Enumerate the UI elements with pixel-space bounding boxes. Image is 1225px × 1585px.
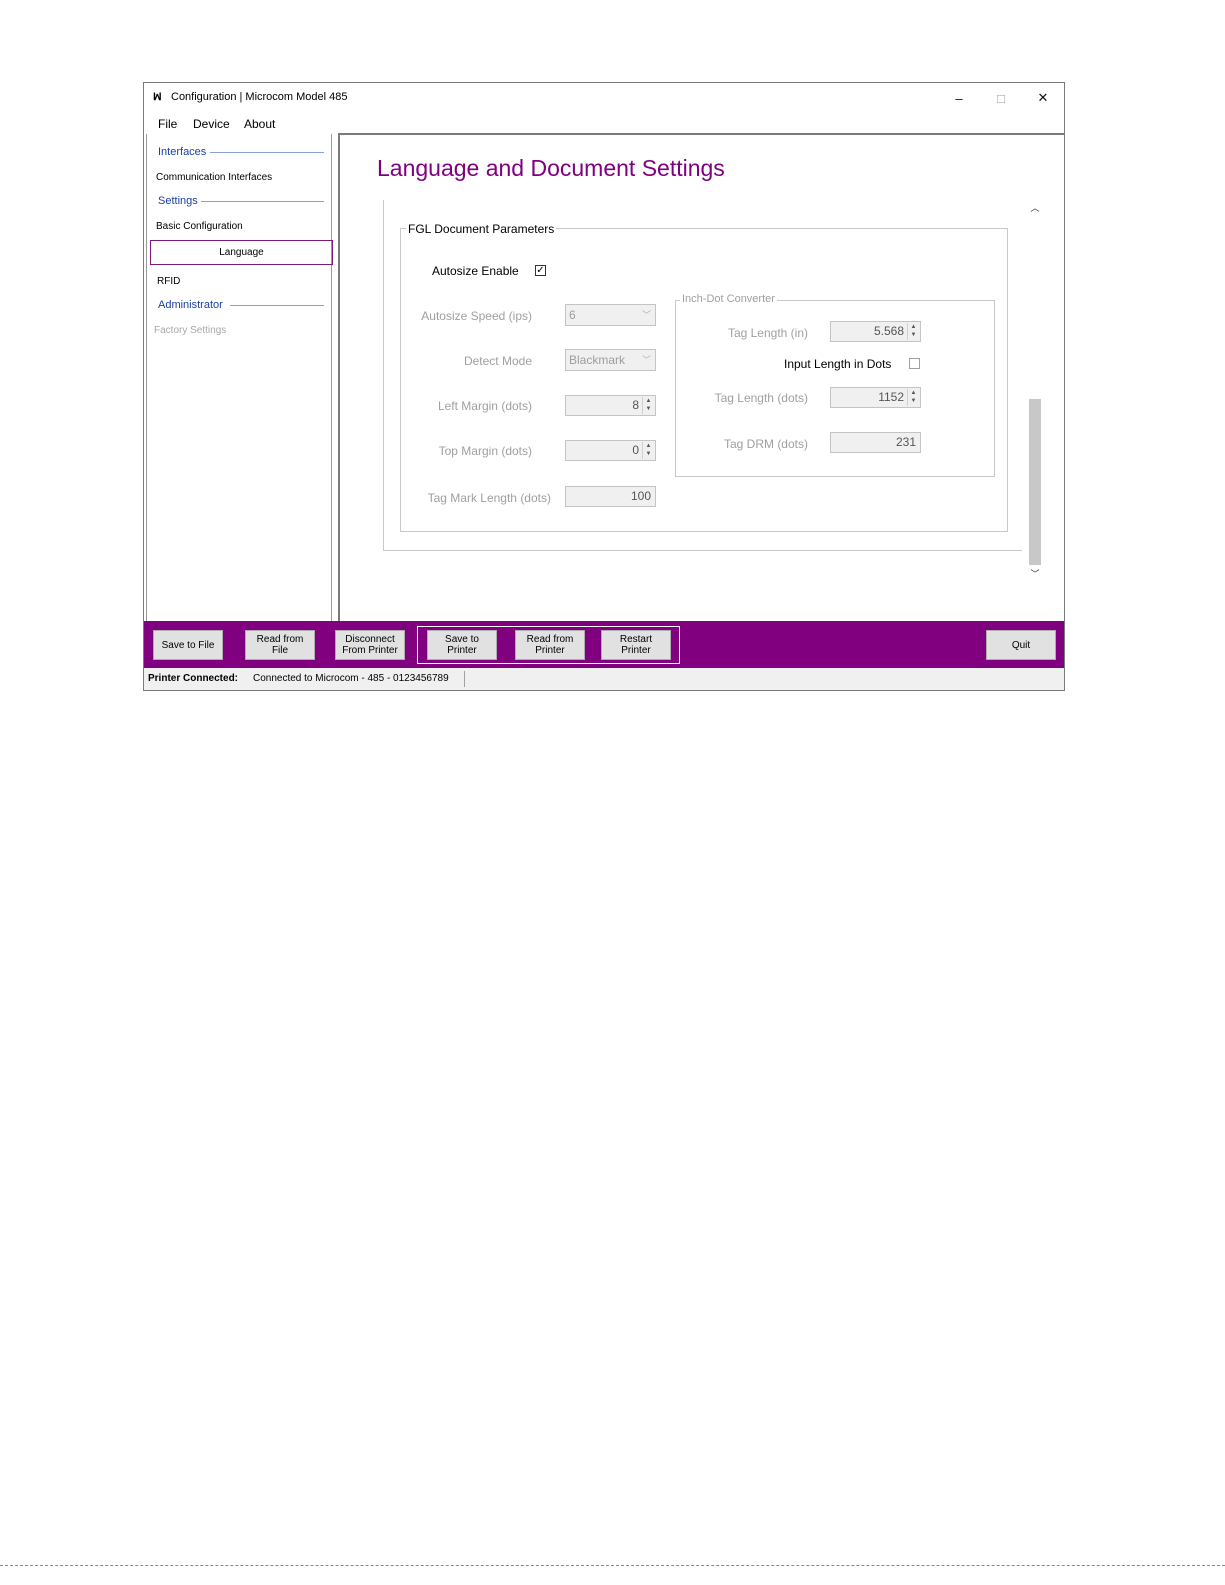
window-title: Configuration | Microcom Model 485 xyxy=(171,91,348,103)
divider xyxy=(230,305,324,306)
button-label: Printer xyxy=(447,645,477,656)
spinner-arrows-icon[interactable]: ▲ ▼ xyxy=(642,397,654,414)
inch-dot-converter-title: Inch-Dot Converter xyxy=(680,293,777,305)
input-length-in-dots-label: Input Length in Dots xyxy=(784,357,892,371)
button-label: Disconnect xyxy=(345,634,395,645)
menu-file[interactable]: File xyxy=(158,117,177,131)
left-margin-label: Left Margin (dots) xyxy=(437,399,532,413)
minimize-button[interactable]: – xyxy=(938,83,980,113)
status-label: Printer Connected: xyxy=(148,673,239,684)
spinner-arrows-icon[interactable]: ▲ ▼ xyxy=(907,389,919,406)
save-to-file-button[interactable]: Save to File xyxy=(153,630,223,660)
autosize-speed-value: 6 xyxy=(569,308,576,322)
tag-length-in-value: 5.568 xyxy=(873,324,904,338)
tag-drm-label: Tag DRM (dots) xyxy=(723,437,808,451)
status-bar: Printer Connected: Connected to Microcom… xyxy=(144,668,1064,690)
divider xyxy=(210,152,324,153)
chevron-down-icon: ﹀ xyxy=(641,355,651,365)
tag-length-dots-value: 1152 xyxy=(878,390,904,404)
top-margin-value: 0 xyxy=(632,443,639,457)
menu-bar: File Device About xyxy=(144,113,1064,133)
autosize-speed-select[interactable]: 6 ﹀ xyxy=(565,304,656,326)
spinner-arrows-icon[interactable]: ▲ ▼ xyxy=(907,323,919,340)
tag-drm-field: 231 xyxy=(830,432,921,453)
sidebar-item-rfid[interactable]: RFID xyxy=(157,276,180,287)
page-bottom-rule xyxy=(0,1565,1225,1567)
status-separator xyxy=(464,671,465,687)
sidebar-heading-administrator: Administrator xyxy=(158,299,223,311)
button-label: From Printer xyxy=(342,645,398,656)
autosize-enable-label: Autosize Enable xyxy=(432,264,519,278)
detect-mode-select[interactable]: Blackmark ﹀ xyxy=(565,349,656,371)
spinner-arrows-icon[interactable]: ▲ ▼ xyxy=(642,442,654,459)
tag-length-in-stepper[interactable]: 5.568 ▲ ▼ xyxy=(830,321,921,342)
detect-mode-label: Detect Mode xyxy=(463,354,532,368)
sidebar: Interfaces Communication Interfaces Sett… xyxy=(146,134,333,621)
read-from-file-button[interactable]: Read from File xyxy=(245,630,315,660)
tag-length-dots-label: Tag Length (dots) xyxy=(714,391,808,405)
sidebar-item-basic-configuration[interactable]: Basic Configuration xyxy=(156,221,243,232)
save-to-printer-button[interactable]: Save to Printer xyxy=(427,630,497,660)
scroll-down-icon[interactable]: ﹀ xyxy=(1028,567,1042,580)
input-length-in-dots-checkbox[interactable] xyxy=(909,358,920,369)
autosize-enable-checkbox[interactable]: ✓ xyxy=(535,265,546,276)
menu-device[interactable]: Device xyxy=(193,117,230,131)
button-label: Save to File xyxy=(161,639,215,651)
restart-printer-button[interactable]: Restart Printer xyxy=(601,630,671,660)
tag-length-in-label: Tag Length (in) xyxy=(727,326,808,340)
button-label: Restart xyxy=(619,634,653,645)
action-toolbar: Save to File Read from File Disconnect F… xyxy=(144,621,1064,668)
top-margin-stepper[interactable]: 0 ▲ ▼ xyxy=(565,440,656,461)
app-logo-icon: ꟽ xyxy=(153,92,162,103)
main-panel: Language and Document Settings FGL Docum… xyxy=(338,133,1064,621)
sidebar-heading-settings: Settings xyxy=(158,195,198,207)
sidebar-heading-interfaces: Interfaces xyxy=(158,146,207,158)
left-margin-stepper[interactable]: 8 ▲ ▼ xyxy=(565,395,656,416)
vertical-scrollbar[interactable]: ︿ ﹀ xyxy=(1028,199,1042,579)
tag-mark-length-field: 100 xyxy=(565,486,656,507)
autosize-speed-label: Autosize Speed (ips) xyxy=(421,309,532,323)
tag-mark-length-value: 100 xyxy=(630,489,651,503)
chevron-down-icon: ﹀ xyxy=(641,310,651,320)
tag-mark-length-label: Tag Mark Length (dots) xyxy=(427,491,551,505)
button-label: Quit xyxy=(1011,639,1031,651)
menu-about[interactable]: About xyxy=(244,117,275,131)
sidebar-item-language[interactable]: Language xyxy=(150,240,333,265)
sidebar-item-communication-interfaces[interactable]: Communication Interfaces xyxy=(156,172,272,183)
button-label: Save to xyxy=(445,634,479,645)
button-label: Printer xyxy=(621,645,651,656)
page-title: Language and Document Settings xyxy=(377,155,725,181)
top-margin-label: Top Margin (dots) xyxy=(438,444,532,458)
close-button[interactable]: ✕ xyxy=(1022,83,1064,113)
app-window: ꟽ Configuration | Microcom Model 485 – □… xyxy=(143,82,1065,691)
maximize-button[interactable]: □ xyxy=(980,83,1022,113)
quit-button[interactable]: Quit xyxy=(986,630,1056,660)
status-value: Connected to Microcom - 485 - 0123456789 xyxy=(253,673,449,684)
tag-drm-value: 231 xyxy=(895,435,916,449)
button-label: Printer xyxy=(535,645,565,656)
button-label: Read from xyxy=(526,634,574,645)
scrollbar-thumb[interactable] xyxy=(1029,399,1041,565)
left-margin-value: 8 xyxy=(632,398,639,412)
button-label: File xyxy=(271,645,289,656)
scroll-up-icon[interactable]: ︿ xyxy=(1028,201,1042,214)
button-label: Read from xyxy=(256,634,304,645)
disconnect-from-printer-button[interactable]: Disconnect From Printer xyxy=(335,630,405,660)
group-title: FGL Document Parameters xyxy=(406,222,557,236)
detect-mode-value: Blackmark xyxy=(569,353,626,367)
sidebar-item-factory-settings[interactable]: Factory Settings xyxy=(154,325,226,336)
read-from-printer-button[interactable]: Read from Printer xyxy=(515,630,585,660)
divider xyxy=(201,201,324,202)
tag-length-dots-stepper[interactable]: 1152 ▲ ▼ xyxy=(830,387,921,408)
title-bar: ꟽ Configuration | Microcom Model 485 – □… xyxy=(144,83,1064,113)
